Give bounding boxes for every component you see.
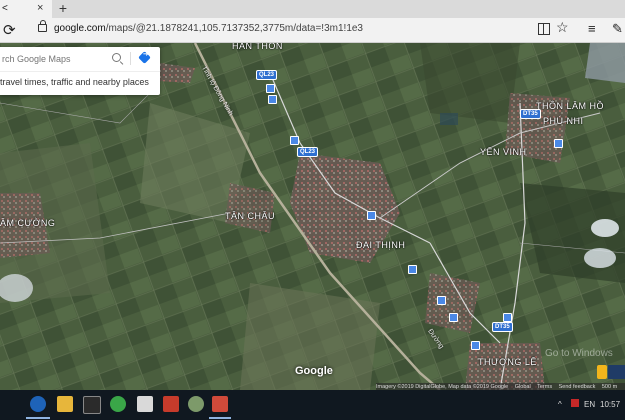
url-path: /maps/@21.1878241,105.7137352,3775m/data… <box>105 23 363 34</box>
place-label[interactable]: HÂN THÔN <box>232 43 283 51</box>
windows-taskbar: ^ EN 10:57 <box>0 390 625 420</box>
tab-close-icon[interactable]: × <box>37 2 43 14</box>
place-label[interactable]: THÔN LÂM HỒ <box>536 101 604 111</box>
place-label[interactable]: PHÚ NHI <box>543 116 584 126</box>
satellite-map[interactable]: HÂN THÔN THÔN LÂM HỒ PHÚ NHI YÊN VINH ÂM… <box>0 43 625 390</box>
street-view-pegman-icon[interactable] <box>597 365 607 379</box>
transit-marker-icon[interactable] <box>437 296 446 305</box>
active-indicator <box>209 417 231 419</box>
active-indicator <box>26 417 50 419</box>
app-photo-icon[interactable] <box>212 396 228 412</box>
favorite-star-icon[interactable]: ☆ <box>556 19 569 36</box>
app-leaf-icon[interactable] <box>188 396 204 412</box>
transit-marker-icon[interactable] <box>554 139 563 148</box>
search-icon[interactable] <box>112 53 121 62</box>
file-explorer-icon[interactable] <box>57 396 73 412</box>
transit-marker-icon[interactable] <box>449 313 458 322</box>
app-green-icon[interactable] <box>110 396 126 412</box>
web-note-icon[interactable]: ✎ <box>612 21 623 37</box>
place-label[interactable]: ĐẠI THỊNH <box>356 240 405 250</box>
address-bar: ⟳ google.com/maps/@21.1878241,105.713735… <box>0 18 625 43</box>
refresh-icon[interactable]: ⟳ <box>3 21 16 39</box>
directions-icon[interactable] <box>138 51 151 64</box>
road-shield: DT35 <box>492 322 513 332</box>
search-separator <box>0 71 160 72</box>
road-shield: DT35 <box>520 109 541 119</box>
tray-overflow-icon[interactable]: ^ <box>558 400 562 409</box>
reading-view-icon[interactable] <box>538 23 550 35</box>
antivirus-icon[interactable] <box>571 399 579 407</box>
road-shield: QL23 <box>297 147 319 157</box>
layers-toggle-button[interactable] <box>608 365 625 379</box>
store-icon[interactable] <box>83 396 101 414</box>
place-label[interactable]: ÂM CƯỜNG <box>0 218 55 228</box>
hub-icon[interactable]: ≡ <box>588 21 596 36</box>
lock-icon <box>38 20 47 32</box>
place-label[interactable]: TÂN CHÂU <box>225 211 275 221</box>
map-imagery <box>0 43 625 390</box>
explore-hint[interactable]: travel times, traffic and nearby places <box>0 77 149 87</box>
transit-marker-icon[interactable] <box>471 341 480 350</box>
map-attribution: Imagery ©2019 DigitalGlobe, Map data ©20… <box>376 383 625 390</box>
transit-marker-icon[interactable] <box>408 265 417 274</box>
transit-marker-icon[interactable] <box>367 211 376 220</box>
new-tab-button[interactable]: + <box>56 0 70 16</box>
transit-marker-icon[interactable] <box>290 136 299 145</box>
place-label[interactable]: THƯỢNG LÊ <box>478 357 537 367</box>
browser-tab[interactable]: < × <box>0 0 52 18</box>
transit-marker-icon[interactable] <box>503 313 512 322</box>
road-shield: QL23 <box>256 70 278 80</box>
activation-watermark: Go to Windows <box>545 348 613 359</box>
clock[interactable]: 10:57 <box>600 400 620 409</box>
url-host: google.com <box>54 23 106 34</box>
tab-strip: < × + <box>0 0 625 18</box>
search-input[interactable] <box>0 47 109 71</box>
transit-marker-icon[interactable] <box>266 84 275 93</box>
place-label[interactable]: YÊN VINH <box>480 147 527 157</box>
transit-marker-icon[interactable] <box>268 95 277 104</box>
url-field[interactable]: google.com/maps/@21.1878241,105.7137352,… <box>54 23 363 34</box>
google-logo: Google <box>295 365 333 377</box>
search-panel: travel times, traffic and nearby places <box>0 47 160 95</box>
search-divider <box>130 52 131 65</box>
edge-icon[interactable] <box>30 396 46 412</box>
tab-title: < <box>2 3 8 14</box>
app-grid-icon[interactable] <box>137 396 153 412</box>
app-red-icon[interactable] <box>163 396 179 412</box>
language-indicator[interactable]: EN <box>584 400 595 409</box>
